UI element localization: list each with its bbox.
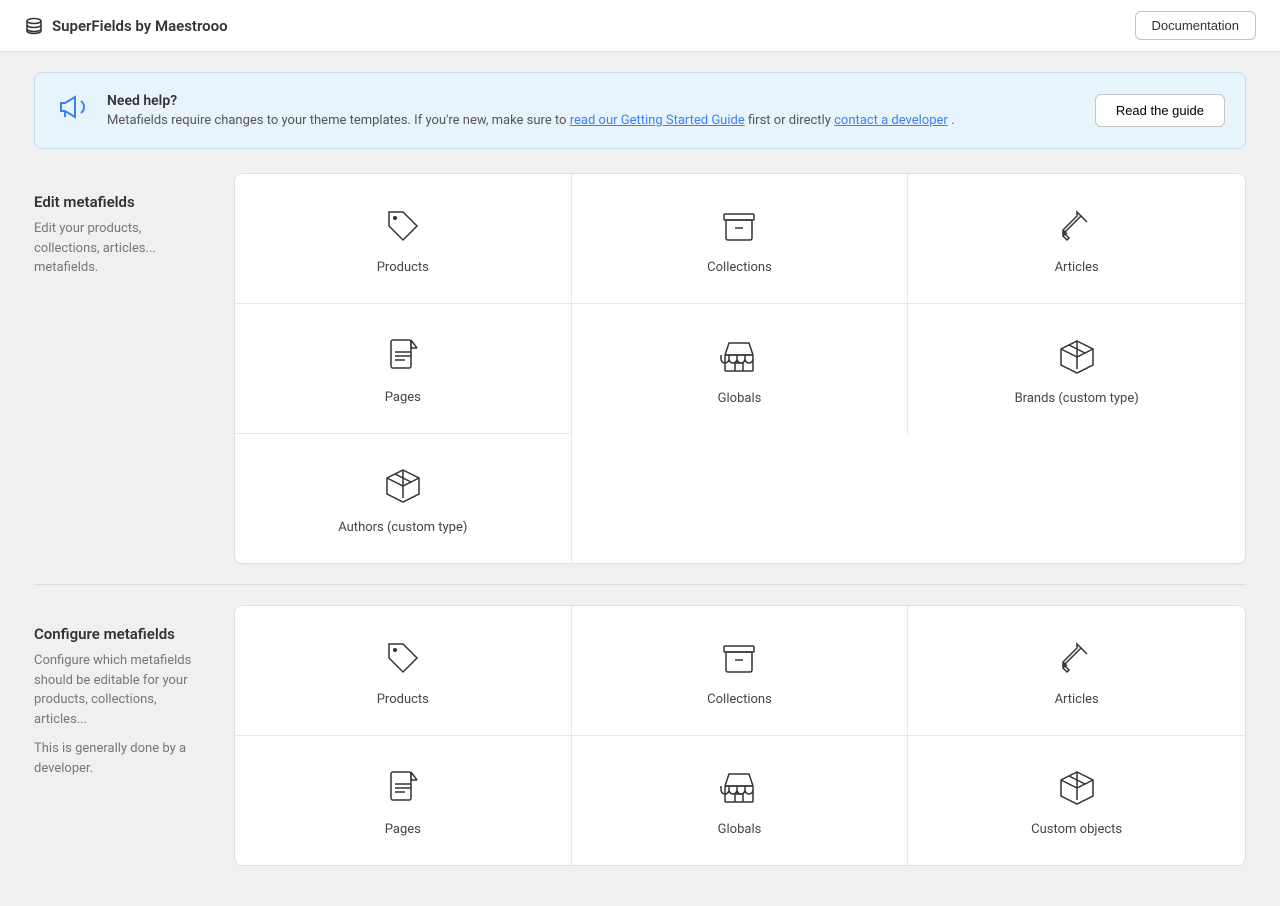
archive-icon [715,634,763,682]
help-title: Need help? [107,93,1079,109]
cell-label: Globals [718,391,762,406]
header: SuperFields by Maestrooo Documentation [0,0,1280,52]
doc-icon [379,332,427,380]
cell-label: Collections [707,692,772,707]
app-title: SuperFields by Maestrooo [52,17,228,35]
app-logo: SuperFields by Maestrooo [24,16,228,36]
box-icon [1053,333,1101,381]
grid-cell-globals[interactable]: Globals [572,304,909,434]
cell-label: Products [377,692,429,707]
edit-metafields-label: Edit metafields Edit your products, coll… [34,173,234,564]
grid-cell-globals[interactable]: Globals [572,736,909,865]
box-icon [379,462,427,510]
pen-nib-icon [1053,202,1101,250]
help-text: Need help? Metafields require changes to… [107,93,1079,128]
cell-label: Collections [707,260,772,275]
cell-label: Pages [385,390,421,405]
store-icon [715,764,763,812]
grid-cell-pages[interactable]: Pages [235,304,572,434]
configure-metafields-label: Configure metafields Configure which met… [34,605,234,866]
cell-label: Globals [718,822,762,837]
megaphone-icon [55,89,91,132]
help-banner: Need help? Metafields require changes to… [34,72,1246,149]
pen-nib-icon [1053,634,1101,682]
grid-cell-articles[interactable]: Articles [908,606,1245,736]
read-guide-button[interactable]: Read the guide [1095,94,1225,127]
cell-label: Products [377,260,429,275]
documentation-button[interactable]: Documentation [1135,11,1256,40]
grid-cell-products[interactable]: Products [235,174,572,304]
configure-metafields-section: Configure metafields Configure which met… [34,605,1246,866]
cell-label: Pages [385,822,421,837]
store-icon [715,333,763,381]
grid-cell-custom-objects[interactable]: Custom objects [908,736,1245,865]
cell-label: Custom objects [1031,822,1122,837]
database-icon [24,16,44,36]
contact-developer-link[interactable]: contact a developer [834,113,948,128]
configure-metafields-description: Configure which metafields should be edi… [34,651,210,729]
getting-started-link[interactable]: read our Getting Started Guide [570,113,745,128]
doc-icon [379,764,427,812]
grid-cell-brands-custom-type[interactable]: Brands (custom type) [908,304,1245,434]
configure-metafields-grid: Products Collections Articles Pages Globals C… [234,605,1246,866]
cell-label: Articles [1055,692,1099,707]
main-content: Need help? Metafields require changes to… [10,52,1270,906]
box-icon [1053,764,1101,812]
configure-metafields-title: Configure metafields [34,625,210,643]
grid-cell-articles[interactable]: Articles [908,174,1245,304]
tag-icon [379,634,427,682]
archive-icon [715,202,763,250]
help-description: Metafields require changes to your theme… [107,113,1079,128]
configure-metafields-note: This is generally done by a developer. [34,739,210,778]
edit-metafields-section: Edit metafields Edit your products, coll… [34,173,1246,564]
grid-cell-collections[interactable]: Collections [572,606,909,736]
cell-label: Authors (custom type) [338,520,467,535]
edit-metafields-title: Edit metafields [34,193,210,211]
grid-cell-authors-custom-type[interactable]: Authors (custom type) [235,434,572,563]
cell-label: Articles [1055,260,1099,275]
section-divider [34,584,1246,585]
grid-cell-products[interactable]: Products [235,606,572,736]
edit-metafields-description: Edit your products, collections, article… [34,219,210,278]
grid-cell-pages[interactable]: Pages [235,736,572,865]
cell-label: Brands (custom type) [1015,391,1139,406]
grid-cell-collections[interactable]: Collections [572,174,909,304]
edit-metafields-grid: Products Collections Articles Pages Globals B… [234,173,1246,564]
tag-icon [379,202,427,250]
